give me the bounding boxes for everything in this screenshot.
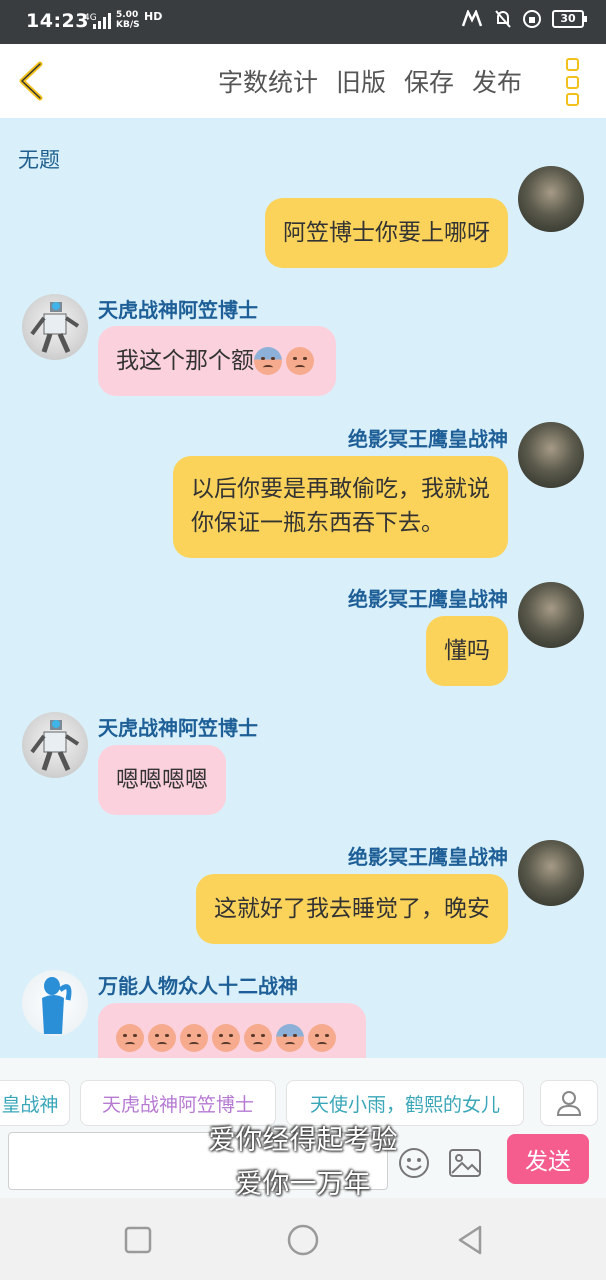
- save-button[interactable]: 保存: [404, 63, 454, 99]
- signal-icon: [93, 13, 111, 29]
- system-nav-bar: [0, 1198, 606, 1280]
- subtitle-line: 爱你经得起考验: [208, 1125, 398, 1156]
- cold-sweat-emoji-icon: [276, 1024, 304, 1052]
- clock: 14:23: [26, 10, 89, 32]
- avatar[interactable]: [22, 712, 88, 778]
- recent-apps-icon[interactable]: [120, 1222, 156, 1258]
- more-options-icon[interactable]: [566, 58, 580, 106]
- unamused-emoji-icon: [286, 347, 314, 375]
- character-selector: 皇战神 天虎战神阿笠博士 天使小雨，鹤熙的女儿: [0, 1058, 606, 1126]
- rotation-lock-icon: [523, 10, 541, 28]
- message-bubble[interactable]: 嗯嗯嗯嗯: [98, 745, 226, 815]
- back-nav-icon[interactable]: [452, 1222, 488, 1258]
- avatar[interactable]: [518, 582, 584, 648]
- editor-header: 字数统计 旧版 保存 发布: [0, 44, 606, 118]
- game-mode-icon: [461, 10, 483, 27]
- cold-sweat-emoji-icon: [254, 347, 282, 375]
- robot-figure-icon: [30, 302, 80, 354]
- worried-emoji-icon: [180, 1024, 208, 1052]
- mute-bell-icon: [495, 10, 511, 28]
- story-title[interactable]: 无题: [18, 144, 60, 174]
- persevering-emoji-icon: [212, 1024, 240, 1052]
- avatar[interactable]: [22, 294, 88, 360]
- user-icon: [556, 1091, 582, 1116]
- old-version-button[interactable]: 旧版: [336, 63, 386, 99]
- robot-figure-icon: [30, 720, 80, 772]
- word-count-button[interactable]: 字数统计: [218, 63, 318, 99]
- pensive-emoji-icon: [308, 1024, 336, 1052]
- sender-name: 绝影冥王鹰皇战神: [348, 845, 508, 869]
- battery-icon: 30: [552, 10, 587, 28]
- message-bubble[interactable]: 我这个那个额: [98, 326, 336, 396]
- sender-name: 绝影冥王鹰皇战神: [348, 427, 508, 451]
- status-bar: 14:23 4G 5.00 KB/S HD 30: [0, 0, 606, 44]
- sender-name: 绝影冥王鹰皇战神: [348, 587, 508, 611]
- home-icon[interactable]: [285, 1222, 321, 1258]
- worried-emoji-icon: [116, 1024, 144, 1052]
- hd-badge: HD: [144, 10, 163, 23]
- chat-area[interactable]: 无题 阿笠博士你要上哪呀 天虎战神阿笠博士 我这个那个额 绝影冥王鹰皇战神 以后…: [0, 118, 606, 1058]
- subtitle-line: 爱你一万年: [235, 1169, 371, 1200]
- message-bubble[interactable]: [98, 1003, 366, 1058]
- back-icon[interactable]: [12, 58, 52, 104]
- blue-figure-icon: [42, 977, 72, 1034]
- message-bubble[interactable]: 阿笠博士你要上哪呀: [265, 198, 508, 268]
- header-menu: 字数统计 旧版 保存 发布: [218, 44, 522, 118]
- message-bubble[interactable]: 以后你要是再敢偷吃，我就说 你保证一瓶东西吞下去。: [173, 456, 508, 558]
- message-bubble[interactable]: 这就好了我去睡觉了，晚安: [196, 874, 508, 944]
- publish-button[interactable]: 发布: [472, 63, 522, 99]
- avatar[interactable]: [22, 970, 88, 1036]
- message-bubble[interactable]: 懂吗: [426, 616, 508, 686]
- network-speed: 5.00 KB/S: [116, 10, 140, 30]
- sender-name: 天虎战神阿笠博士: [98, 716, 258, 740]
- avatar[interactable]: [518, 422, 584, 488]
- status-icons: 30: [460, 9, 587, 29]
- sender-name: 万能人物众人十二战神: [98, 974, 298, 998]
- avatar[interactable]: [518, 840, 584, 906]
- confounded-emoji-icon: [244, 1024, 272, 1052]
- avatar[interactable]: [518, 166, 584, 232]
- unamused-emoji-icon: [148, 1024, 176, 1052]
- sender-name: 天虎战神阿笠博士: [98, 298, 258, 322]
